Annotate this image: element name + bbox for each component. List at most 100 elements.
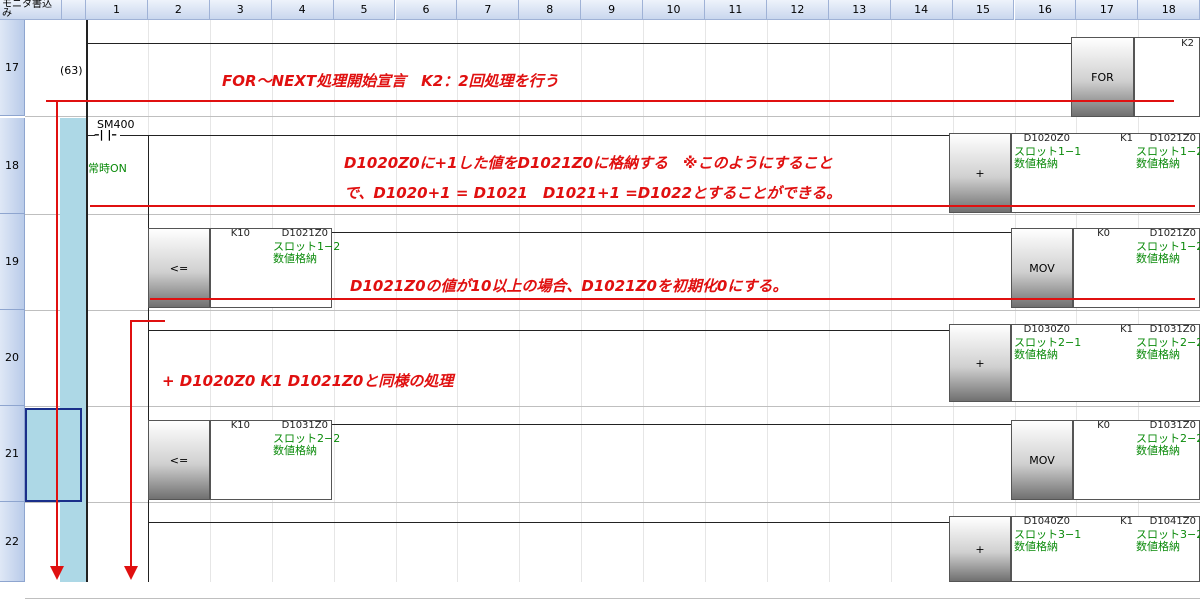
column-header-6[interactable]: 6 <box>395 0 458 20</box>
add1-op1: D1020Z0 <box>1023 133 1070 144</box>
rung-19-wire <box>332 232 1011 233</box>
grid-column-line <box>828 20 830 582</box>
annotation-for-next: FOR〜NEXT処理開始宣言 K2：2回処理を行う <box>222 72 559 90</box>
arrow-down-icon <box>50 566 64 580</box>
column-header-10[interactable]: 10 <box>643 0 705 20</box>
selected-cell[interactable] <box>25 408 82 502</box>
header-filler <box>62 0 86 20</box>
add1-op3: D1021Z0 <box>1149 133 1196 144</box>
sm400-comment: 常時ON <box>88 162 127 175</box>
grid-row-line <box>25 310 1200 311</box>
column-header-15[interactable]: 15 <box>952 0 1015 20</box>
monitor-write-header: モニタ書込み <box>0 0 62 20</box>
column-header-16[interactable]: 16 <box>1014 0 1077 20</box>
annotation-increment-2: で、D1020+1 = D1021 D1021+1 =D1022とすることができ… <box>344 184 842 202</box>
grid-row-line <box>25 214 1200 215</box>
step-number: (63) <box>60 64 83 77</box>
cmp2-op2: D1031Z0 <box>281 420 328 431</box>
add1-op3-comment: スロット1−2 数値格納 <box>1136 145 1200 170</box>
sm400-contact[interactable]: –| |– <box>94 128 117 141</box>
column-header-4[interactable]: 4 <box>271 0 334 20</box>
for-instruction[interactable]: FOR <box>1071 37 1134 117</box>
add3-label: + <box>975 542 985 556</box>
column-header-18[interactable]: 18 <box>1138 0 1200 20</box>
add2-op3: D1031Z0 <box>1149 324 1196 335</box>
mov2-op2-comment: スロット2−2 数値格納 <box>1136 432 1200 457</box>
mov2-label: MOV <box>1029 453 1055 467</box>
grid-column-line <box>395 20 397 582</box>
annotation-arrow-2 <box>130 320 132 572</box>
add1-op1-comment: スロット1−1 数値格納 <box>1014 145 1082 170</box>
cmp2-label: <= <box>169 453 189 467</box>
mov-instruction-2[interactable]: MOV <box>1011 420 1073 500</box>
mov2-op2: D1031Z0 <box>1149 420 1196 431</box>
column-header-8[interactable]: 8 <box>519 0 582 20</box>
grid-row-line <box>25 502 1200 503</box>
column-header-9[interactable]: 9 <box>581 0 644 20</box>
arrow-down-icon <box>124 566 138 580</box>
grid-column-line <box>952 20 954 582</box>
for-operand: K2 <box>1181 38 1194 49</box>
column-header-13[interactable]: 13 <box>828 0 891 20</box>
cmp2-op1: K10 <box>230 420 250 431</box>
for-label: FOR <box>1091 70 1114 84</box>
row-header-17[interactable]: 17 <box>0 20 25 116</box>
rung-17-wire <box>88 43 1071 44</box>
mov2-op1: K0 <box>1097 420 1110 431</box>
cmp1-op2-comment: スロット1−2 数値格納 <box>273 240 341 265</box>
add1-op2: K1 <box>1120 133 1133 144</box>
column-header-14[interactable]: 14 <box>890 0 953 20</box>
row-header-21[interactable]: 21 <box>0 406 25 502</box>
add-instruction-1[interactable]: + <box>949 133 1011 213</box>
add-instruction-2[interactable]: + <box>949 324 1011 402</box>
add1-label: + <box>975 166 985 180</box>
add3-op3: D1041Z0 <box>1149 516 1196 527</box>
column-header-2[interactable]: 2 <box>147 0 210 20</box>
rung-21-wire <box>332 424 1011 425</box>
add2-op3-comment: スロット2−2 数値格納 <box>1136 336 1200 361</box>
cmp1-op2: D1021Z0 <box>281 228 328 239</box>
rung-22-wire <box>148 522 949 523</box>
annotation-increment-1: D1020Z0に+1した値をD1021Z0に格納する ※このようにすること <box>344 154 833 172</box>
add2-op2: K1 <box>1120 324 1133 335</box>
mov1-op1: K0 <box>1097 228 1110 239</box>
grid-column-line <box>581 20 583 582</box>
for-operand-box <box>1134 37 1200 117</box>
compare-instruction-1[interactable]: <= <box>148 228 210 308</box>
mov-instruction-1[interactable]: MOV <box>1011 228 1073 308</box>
column-header-17[interactable]: 17 <box>1076 0 1139 20</box>
column-header-11[interactable]: 11 <box>705 0 767 20</box>
grid-column-line <box>766 20 768 582</box>
grid-column-line <box>705 20 706 582</box>
left-power-rail <box>86 20 88 582</box>
column-header-12[interactable]: 12 <box>766 0 829 20</box>
row-header-19[interactable]: 19 <box>0 214 25 310</box>
grid-column-line <box>643 20 645 582</box>
rung-20-wire <box>148 330 949 331</box>
index-column <box>60 118 86 582</box>
grid-column-line <box>333 20 335 582</box>
row-header-22[interactable]: 22 <box>0 502 25 582</box>
add-instruction-3[interactable]: + <box>949 516 1011 582</box>
add2-label: + <box>975 356 985 370</box>
column-header-3[interactable]: 3 <box>209 0 272 20</box>
row-header-18[interactable]: 18 <box>0 118 25 214</box>
rung-18-wire-a <box>88 135 95 136</box>
row-header-20[interactable]: 20 <box>0 310 25 406</box>
annotation-reset: D1021Z0の値が10以上の場合、D1021Z0を初期化0にする。 <box>350 277 788 295</box>
annotation-line-1 <box>46 100 1174 102</box>
grid-row-line <box>25 406 1200 407</box>
column-header-7[interactable]: 7 <box>457 0 520 20</box>
column-header-1[interactable]: 1 <box>86 0 148 20</box>
add2-op1: D1030Z0 <box>1023 324 1070 335</box>
cmp2-op2-comment: スロット2−2 数値格納 <box>273 432 341 457</box>
column-header-5[interactable]: 5 <box>333 0 396 20</box>
grid-column-line <box>890 20 892 582</box>
annotation-line-2 <box>90 205 1195 207</box>
compare-instruction-2[interactable]: <= <box>148 420 210 500</box>
grid-column-line <box>457 20 459 582</box>
mov1-op2: D1021Z0 <box>1149 228 1196 239</box>
mov1-label: MOV <box>1029 261 1055 275</box>
cmp1-op1: K10 <box>230 228 250 239</box>
annotation-line-4 <box>130 320 165 322</box>
